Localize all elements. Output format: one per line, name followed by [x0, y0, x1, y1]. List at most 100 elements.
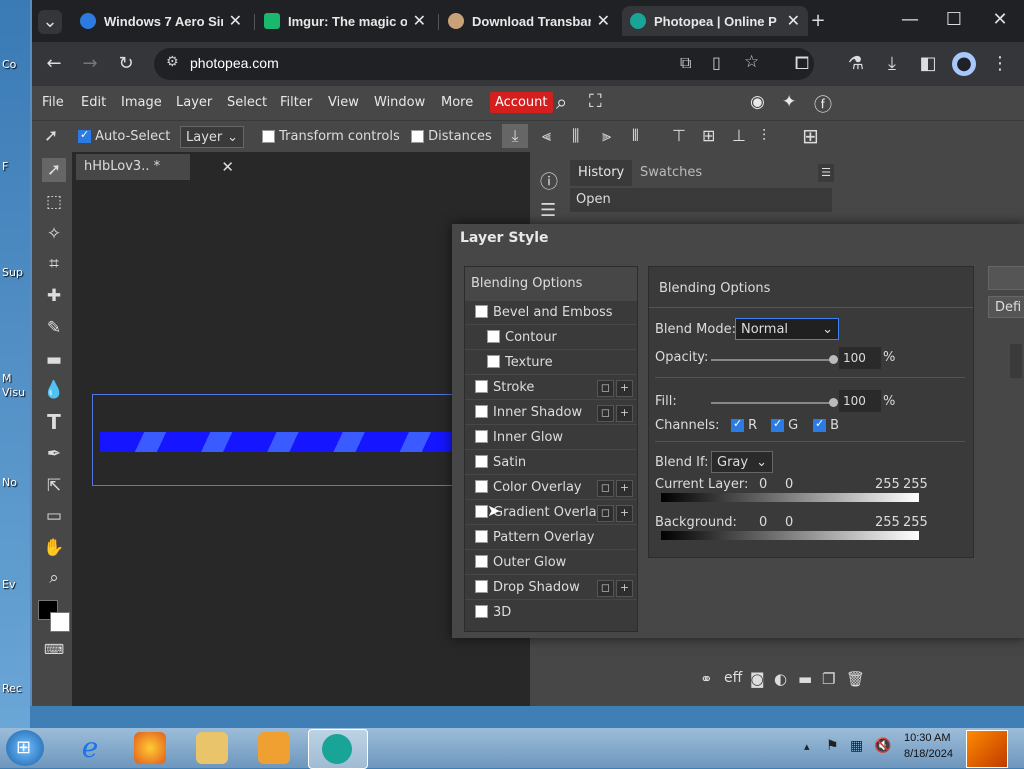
align-top-icon[interactable]: ⊤	[672, 126, 686, 145]
menu-layer[interactable]: Layer	[176, 95, 212, 110]
remove-effect-button[interactable]: ◻	[597, 405, 614, 422]
internet-explorer-icon[interactable]: ℯ	[74, 732, 106, 764]
maximize-button[interactable]: ☐	[942, 8, 966, 32]
link-layers-icon[interactable]: ⚭	[700, 670, 713, 688]
align-bottom-icon[interactable]: ⊥	[732, 126, 746, 145]
search-icon[interactable]: ⌕	[556, 90, 567, 114]
fullscreen-icon[interactable]: ⛶	[589, 91, 602, 112]
hand-tool-icon[interactable]: ✋	[42, 536, 66, 560]
desktop-icon-label[interactable]: Sup	[2, 266, 23, 279]
clock-date[interactable]: 8/18/2024	[904, 748, 953, 760]
flag-icon[interactable]: ⚑	[826, 738, 839, 754]
menu-view[interactable]: View	[328, 95, 359, 110]
drop-shadow-checkbox[interactable]	[475, 580, 488, 593]
desktop-icon-label[interactable]: Visu	[2, 386, 25, 399]
inner-glow-item[interactable]: Inner Glow	[465, 426, 637, 450]
blend-if-select[interactable]: Gray ⌄	[711, 451, 773, 473]
contour-checkbox[interactable]	[487, 330, 500, 343]
align-right-icon[interactable]: ⫸	[602, 126, 611, 146]
minimize-button[interactable]: —	[898, 8, 922, 32]
preview-toggle[interactable]	[1010, 344, 1022, 378]
shape-tool-icon[interactable]: ▭	[42, 504, 66, 528]
show-desktop-button[interactable]	[966, 730, 1008, 768]
default-button[interactable]: Defi	[988, 296, 1024, 318]
channel-g[interactable]: G	[771, 417, 798, 433]
distances-option[interactable]: Distances	[411, 129, 492, 144]
satin-item[interactable]: Satin	[465, 451, 637, 475]
menu-more[interactable]: More	[441, 95, 473, 110]
history-item[interactable]: Open	[570, 188, 832, 212]
pen-tool-icon[interactable]: ✒	[42, 442, 66, 466]
distances-checkbox[interactable]	[411, 130, 424, 143]
close-icon[interactable]: ✕	[229, 11, 242, 31]
inner-glow-checkbox[interactable]	[475, 430, 488, 443]
3d-checkbox[interactable]	[475, 605, 488, 618]
extensions-button[interactable]: ⧠	[790, 52, 814, 76]
blur-tool-icon[interactable]: 💧	[42, 378, 66, 402]
menu-image[interactable]: Image	[121, 95, 162, 110]
stroke-item[interactable]: Stroke ◻ +	[465, 376, 637, 400]
channel-g-checkbox[interactable]	[771, 417, 784, 432]
transform-controls-option[interactable]: Transform controls	[262, 129, 400, 144]
url-field[interactable]: ⚙ photopea.com ⧉ ▯ ☆	[154, 48, 814, 80]
healing-brush-tool-icon[interactable]: ✚	[42, 284, 66, 308]
align-center-icon[interactable]: ⫼	[572, 126, 579, 146]
add-effect-button[interactable]: +	[616, 405, 633, 422]
fill-input[interactable]: 100	[839, 390, 881, 412]
align-middle-icon[interactable]: ⊞	[702, 126, 715, 145]
inner-shadow-checkbox[interactable]	[475, 405, 488, 418]
remove-effect-button[interactable]: ◻	[597, 380, 614, 397]
new-tab-button[interactable]: +	[806, 9, 830, 33]
adjustments-icon[interactable]: ☰	[540, 200, 556, 221]
fill-slider[interactable]	[711, 402, 835, 404]
menu-edit[interactable]: Edit	[81, 95, 106, 110]
close-window-button[interactable]: ✕	[988, 8, 1012, 32]
channel-b-checkbox[interactable]	[813, 417, 826, 432]
distribute-icon[interactable]: ⫴	[632, 126, 639, 146]
facebook-icon[interactable]: ⓕ	[814, 91, 832, 117]
menu-window[interactable]: Window	[374, 95, 425, 110]
move-tool-icon[interactable]: ➚	[42, 158, 66, 182]
outer-glow-checkbox[interactable]	[475, 555, 488, 568]
auto-select-checkbox[interactable]	[78, 128, 91, 143]
add-mask-icon[interactable]: ◙	[750, 670, 765, 688]
3d-item[interactable]: 3D	[465, 601, 637, 625]
network-icon[interactable]: ▦	[850, 738, 863, 754]
menu-select[interactable]: Select	[227, 95, 267, 110]
profile-button[interactable]: ●	[952, 52, 976, 76]
remove-effect-button[interactable]: ◻	[597, 580, 614, 597]
pattern-overlay-checkbox[interactable]	[475, 530, 488, 543]
close-icon[interactable]: ✕	[413, 11, 426, 31]
pattern-overlay-item[interactable]: Pattern Overlay	[465, 526, 637, 550]
desktop-icon-label[interactable]: F	[2, 160, 8, 173]
site-info-icon[interactable]: ⚙	[166, 54, 179, 70]
inner-shadow-item[interactable]: Inner Shadow ◻ +	[465, 401, 637, 425]
remove-effect-button[interactable]: ◻	[597, 480, 614, 497]
bevel-emboss-item[interactable]: Bevel and Emboss	[465, 301, 637, 325]
menu-file[interactable]: File	[42, 95, 64, 110]
opacity-slider[interactable]	[711, 359, 835, 361]
document-tab[interactable]: hHbLov3.. * ✕	[76, 154, 234, 180]
install-app-icon[interactable]: ⧉	[680, 53, 691, 73]
show-hidden-icons[interactable]: ▴	[804, 740, 810, 753]
account-button[interactable]: Account	[490, 92, 553, 113]
volume-muted-icon[interactable]: 🔇	[874, 738, 891, 754]
grid-icon[interactable]: ⊞	[802, 124, 819, 148]
texture-checkbox[interactable]	[487, 355, 500, 368]
layer-select[interactable]: Layer ⌄	[180, 126, 244, 148]
browser-tab[interactable]: Windows 7 Aero Sim ✕	[72, 6, 250, 36]
transform-controls-checkbox[interactable]	[262, 130, 275, 143]
trash-icon[interactable]: 🗑	[846, 670, 865, 688]
side-panel-button[interactable]: ◧	[916, 52, 940, 76]
channel-r-checkbox[interactable]	[731, 417, 744, 432]
tab-history[interactable]: History	[570, 160, 632, 186]
color-overlay-item[interactable]: Color Overlay ◻ +	[465, 476, 637, 500]
background-gradient[interactable]	[661, 531, 919, 540]
close-icon[interactable]: ✕	[787, 11, 800, 31]
browser-tab[interactable]: Imgur: The magic of ✕	[256, 6, 434, 36]
new-layer-icon[interactable]: ❐	[822, 670, 835, 688]
channel-b[interactable]: B	[813, 417, 839, 433]
twitter-icon[interactable]: ✦	[782, 92, 796, 112]
desktop-icon-label[interactable]: M	[2, 372, 12, 385]
downloads-button[interactable]: ⤓	[880, 52, 904, 76]
